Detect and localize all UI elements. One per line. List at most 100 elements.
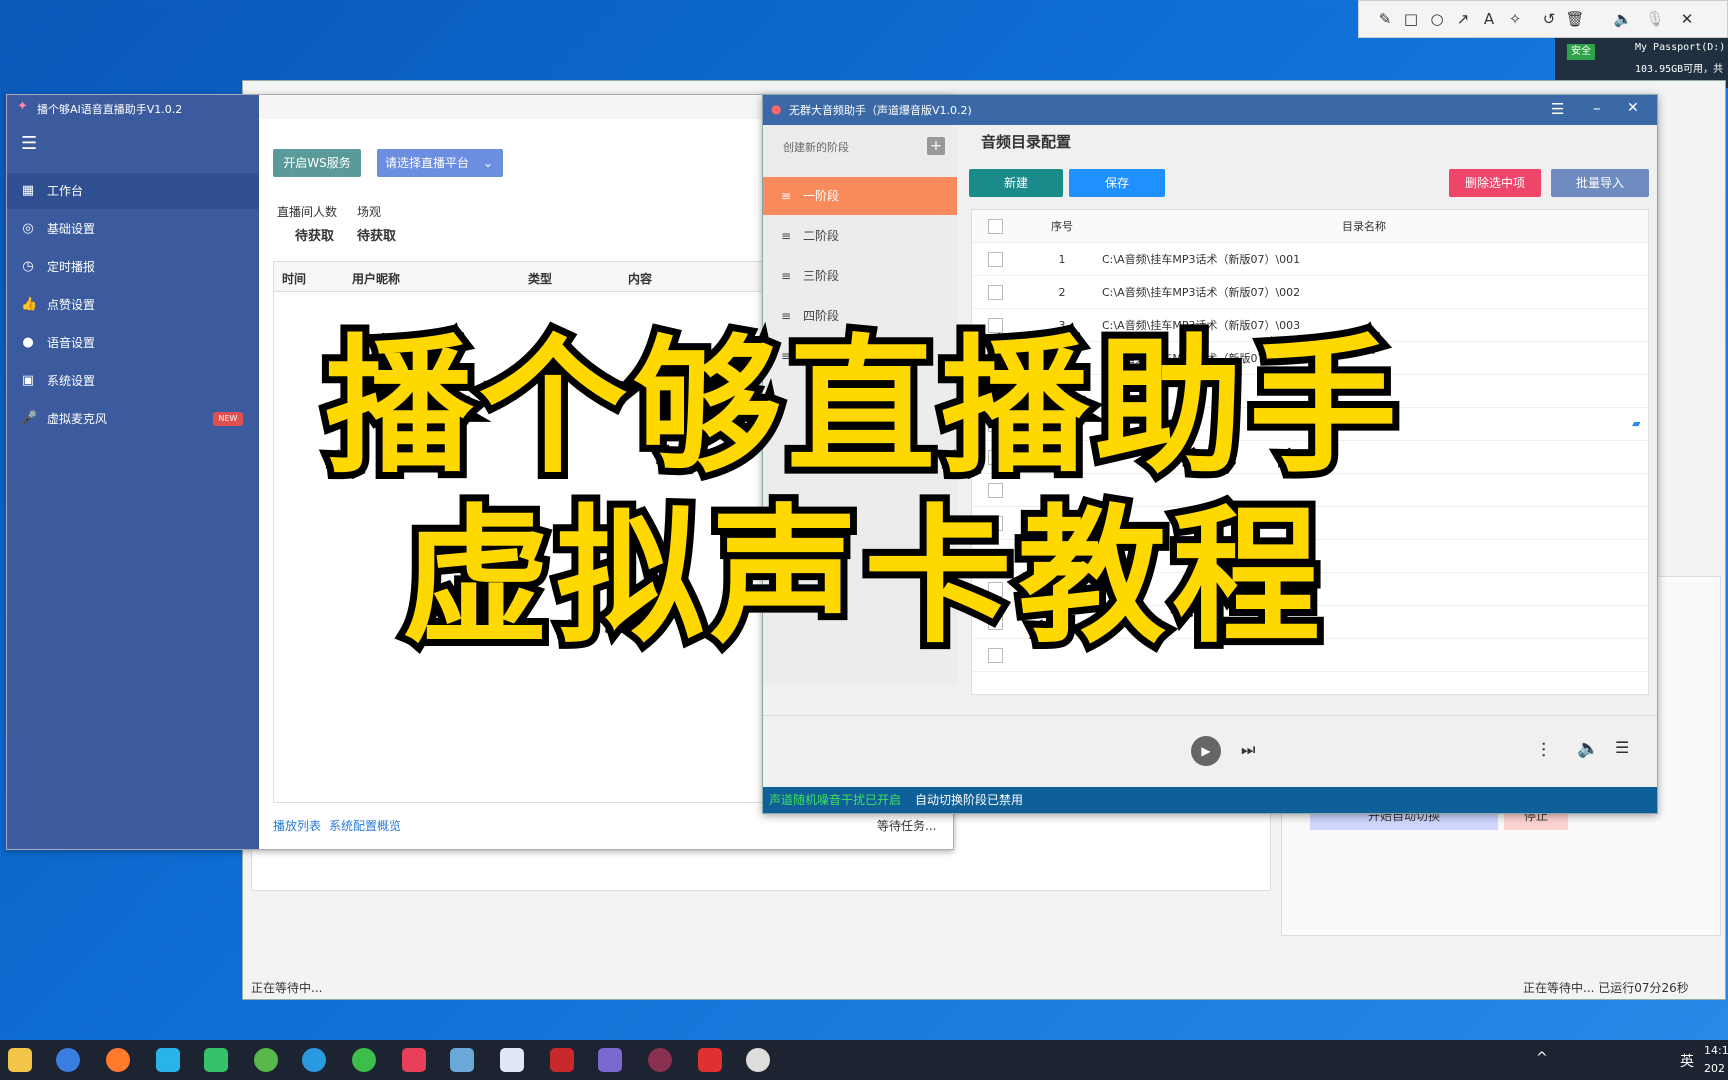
app-title: 播个够AI语音直播助手V1.0.2 xyxy=(37,103,183,116)
nav-item-basic[interactable]: ◎ 基础设置 xyxy=(7,211,259,247)
browser-icon[interactable] xyxy=(254,1048,278,1072)
playlist-link[interactable]: 播放列表 xyxy=(273,817,321,834)
stage-label: 二阶段 xyxy=(803,229,840,243)
col-nickname: 用户昵称 xyxy=(352,272,401,286)
audio-titlebar: ● 无群大音频助手（声道爆音版V1.0.2) ☰ – ✕ xyxy=(763,95,1657,125)
stage-label: 一阶段 xyxy=(803,189,840,203)
stage-label: 三阶段 xyxy=(803,269,840,283)
assistant-icon[interactable] xyxy=(598,1048,622,1072)
switch-status: 自动切换阶段已禁用 xyxy=(915,793,1024,807)
audio-title: 无群大音频助手（声道爆音版V1.0.2) xyxy=(789,104,972,117)
chevron-down-icon: ⌄ xyxy=(482,156,493,170)
col-name: 目录名称 xyxy=(1342,220,1386,233)
bilibili-icon[interactable] xyxy=(156,1048,180,1072)
back-status-left: 正在等待中... xyxy=(251,981,323,995)
volume-icon[interactable]: 🔈 xyxy=(1577,738,1599,759)
wechat-icon[interactable] xyxy=(352,1048,376,1072)
k-app-icon[interactable] xyxy=(56,1048,80,1072)
mute-icon[interactable]: 🎙 xyxy=(1645,9,1665,29)
chevron-up-icon[interactable]: ^ xyxy=(1536,1050,1548,1066)
taskbar: ^ 英 14:1 202 xyxy=(0,1040,1728,1080)
nav-item-workbench[interactable]: ▦ 工作台 xyxy=(7,173,259,209)
firefox-icon[interactable] xyxy=(106,1048,130,1072)
pencil-icon[interactable]: ✎ xyxy=(1375,9,1395,29)
rectangle-icon[interactable]: □ xyxy=(1401,9,1421,29)
minimize-icon[interactable]: – xyxy=(1593,99,1601,117)
row-seq: 2 xyxy=(1058,286,1066,299)
delete-selected-button[interactable]: 删除选中项 xyxy=(1449,169,1541,197)
overlay-title-line1: 播个够直播助手 xyxy=(318,315,1404,499)
notes-icon[interactable] xyxy=(450,1048,474,1072)
app-logo-icon: ✦ xyxy=(17,99,28,114)
select-all-checkbox[interactable] xyxy=(988,219,1003,234)
playlist-icon: ≡ xyxy=(781,229,792,243)
col-content: 内容 xyxy=(628,272,653,286)
edge-icon[interactable] xyxy=(302,1048,326,1072)
playlist-icon: ≡ xyxy=(781,269,792,283)
row-checkbox[interactable] xyxy=(988,285,1003,300)
scene-value: 待获取 xyxy=(357,229,397,244)
trash-icon[interactable]: 🗑 xyxy=(1565,9,1585,29)
nav-item-timer[interactable]: ◷ 定时播报 xyxy=(7,249,259,285)
arrow-icon[interactable]: ↗ xyxy=(1453,9,1473,29)
window-close-icon[interactable]: ✕ xyxy=(1627,100,1639,116)
close-icon[interactable]: ✕ xyxy=(1677,9,1697,29)
dashboard-icon: ▦ xyxy=(21,183,35,198)
table-row[interactable]: 2 C:\A音频\挂车MP3话术（新版07）\002 xyxy=(972,276,1648,309)
b-app-icon[interactable] xyxy=(550,1048,574,1072)
row-dir: C:\A音频\挂车MP3话术（新版07）\001 xyxy=(1102,253,1301,266)
add-stage-icon[interactable]: + xyxy=(927,137,945,155)
footer-status: 等待任务... xyxy=(877,819,937,833)
audio-heading: 音频目录配置 xyxy=(981,133,1072,151)
audio-app-icon[interactable] xyxy=(648,1048,672,1072)
new-button[interactable]: 新建 xyxy=(969,169,1063,197)
stage-item[interactable]: ≡ 一阶段 xyxy=(763,177,957,215)
play-icon[interactable]: ▶ xyxy=(1191,736,1221,766)
volume-icon[interactable]: 🔈 xyxy=(1613,9,1633,29)
platform-select[interactable]: 请选择直播平台 ⌄ xyxy=(377,149,503,177)
cloud-icon[interactable] xyxy=(500,1048,524,1072)
undo-icon[interactable]: ↺ xyxy=(1539,9,1559,29)
avatar-icon[interactable] xyxy=(746,1048,770,1072)
drive-free: 103.95GB可用，共 xyxy=(1635,64,1724,75)
table-row[interactable]: 1 C:\A音频\挂车MP3话术（新版07）\001 xyxy=(972,243,1648,276)
magic-icon[interactable]: ✧ xyxy=(1505,9,1525,29)
playlist-icon: ≡ xyxy=(781,189,792,203)
row-checkbox[interactable] xyxy=(988,252,1003,267)
menu-icon[interactable]: ☰ xyxy=(1551,100,1564,118)
file-explorer-icon[interactable] xyxy=(8,1048,32,1072)
row-seq: 1 xyxy=(1058,253,1066,266)
settings-circle-icon: ◎ xyxy=(22,221,34,236)
queue-icon[interactable]: ☰ xyxy=(1615,738,1629,757)
col-seq: 序号 xyxy=(1051,220,1073,233)
save-button[interactable]: 保存 xyxy=(1069,169,1165,197)
drive-badge: 安全 xyxy=(1567,44,1595,60)
scene-label: 场观 xyxy=(357,205,382,219)
stage-item[interactable]: ≡ 二阶段 xyxy=(763,217,957,255)
batch-import-button[interactable]: 批量导入 xyxy=(1551,169,1649,197)
equalizer-icon[interactable]: ⫶ xyxy=(1541,738,1546,762)
nav-label: 基础设置 xyxy=(47,222,96,236)
nav-label: 定时播报 xyxy=(47,260,96,274)
record-icon[interactable] xyxy=(698,1048,722,1072)
timer-icon: ◷ xyxy=(22,259,34,274)
text-icon[interactable]: A xyxy=(1479,9,1499,29)
row-dir: C:\A音频\挂车MP3话术（新版07）\002 xyxy=(1102,286,1301,299)
clock-time: 14:1 xyxy=(1704,1044,1728,1057)
config-overview-link[interactable]: 系统配置概览 xyxy=(329,817,401,834)
table-header: 序号 目录名称 xyxy=(972,210,1648,243)
col-type: 类型 xyxy=(528,272,553,286)
back-status-right: 正在等待中... 已运行07分26秒 xyxy=(1523,981,1689,995)
play-store-icon[interactable] xyxy=(204,1048,228,1072)
next-icon[interactable]: ⏭ xyxy=(1241,740,1255,760)
input-lang[interactable]: 英 xyxy=(1680,1051,1694,1071)
hamburger-icon[interactable]: ☰ xyxy=(21,133,37,154)
nav-item-like[interactable]: 👍 点赞设置 xyxy=(7,287,259,323)
circle-icon[interactable]: ○ xyxy=(1427,9,1447,29)
stage-item[interactable]: ≡ 三阶段 xyxy=(763,257,957,295)
create-stage-label: 创建新的阶段 xyxy=(783,141,849,154)
noise-status: 声道随机噪音干扰已开启 xyxy=(769,793,902,807)
ws-service-button[interactable]: 开启WS服务 xyxy=(273,149,361,177)
nav-label: 工作台 xyxy=(47,184,84,198)
app-icon[interactable] xyxy=(402,1048,426,1072)
